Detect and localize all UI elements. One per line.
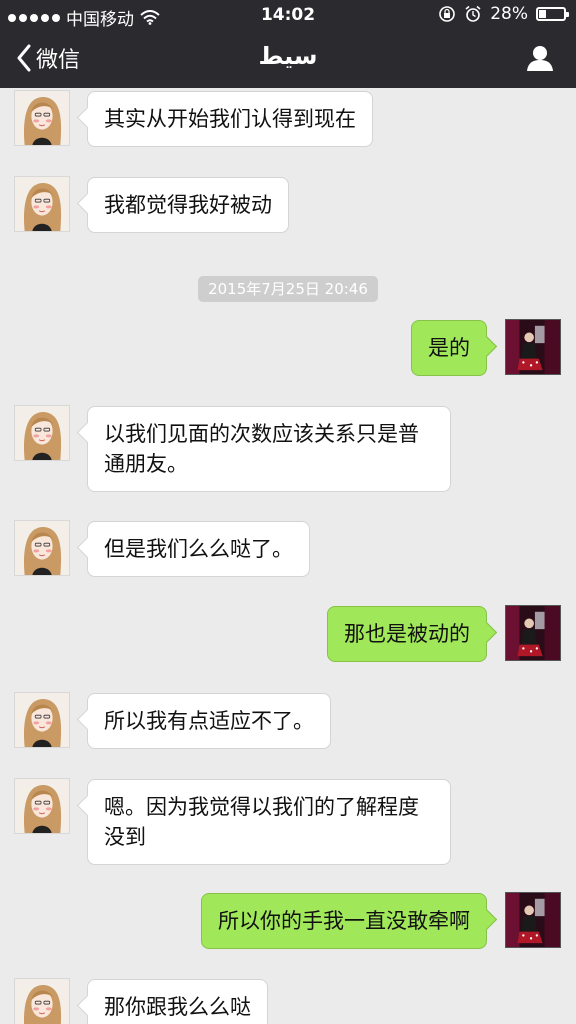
message-text-line: 以我们见面的次数应该关系只是普: [104, 422, 419, 446]
my-avatar[interactable]: [505, 319, 561, 375]
contact-avatar[interactable]: [14, 778, 70, 834]
timestamp: 2015年7月25日 20:46: [198, 276, 378, 302]
message-text-line: 通朋友。: [104, 452, 188, 476]
message-bubble[interactable]: 是的: [411, 320, 487, 376]
nav-bar: 微信 سيط: [0, 32, 576, 88]
message-bubble[interactable]: 嗯。因为我觉得以我们的了解程度 没到: [87, 779, 451, 865]
message-bubble[interactable]: 我都觉得我好被动: [87, 177, 289, 233]
rotation-lock-icon: [439, 6, 456, 22]
battery-percent: 28%: [490, 4, 528, 24]
chat-title: سيط: [258, 42, 318, 70]
contact-avatar[interactable]: [14, 405, 70, 461]
message-text: 其实从开始我们认得到现在: [104, 107, 356, 131]
status-right: 28%: [438, 4, 569, 24]
status-bar: 中国移动 14:02 28%: [0, 0, 576, 30]
message-text-line: 没到: [104, 825, 146, 849]
message-bubble[interactable]: 那也是被动的: [327, 606, 487, 662]
contact-avatar[interactable]: [14, 176, 70, 232]
message-bubble[interactable]: 以我们见面的次数应该关系只是普 通朋友。: [87, 406, 451, 492]
alarm-icon: [465, 5, 481, 22]
contact-avatar[interactable]: [14, 520, 70, 576]
person-icon: [527, 46, 553, 71]
message-text: 那你跟我么么哒: [104, 995, 251, 1019]
contact-avatar[interactable]: [14, 692, 70, 748]
message-bubble[interactable]: 其实从开始我们认得到现在: [87, 91, 373, 147]
message-text: 是的: [428, 336, 470, 360]
top-bar: 中国移动 14:02 28% 微信 سيط: [0, 0, 576, 88]
message-bubble[interactable]: 那你跟我么么哒: [87, 979, 268, 1024]
message-text: 我都觉得我好被动: [104, 193, 272, 217]
message-text: 所以你的手我一直没敢牵啊: [218, 909, 470, 933]
message-text: 所以我有点适应不了。: [104, 709, 314, 733]
profile-button[interactable]: [526, 44, 554, 76]
message-bubble[interactable]: 但是我们么么哒了。: [87, 521, 310, 577]
message-bubble[interactable]: 所以你的手我一直没敢牵啊: [201, 893, 487, 949]
chat-area[interactable]: 其实从开始我们认得到现在 我都觉得我好被动 2015年7月25日 20:46 是…: [0, 88, 576, 1024]
battery-icon: [536, 7, 569, 21]
message-text: 那也是被动的: [344, 622, 470, 646]
message-text: 但是我们么么哒了。: [104, 537, 293, 561]
message-bubble[interactable]: 所以我有点适应不了。: [87, 693, 331, 749]
my-avatar[interactable]: [505, 892, 561, 948]
contact-avatar[interactable]: [14, 978, 70, 1024]
my-avatar[interactable]: [505, 605, 561, 661]
message-text-line: 嗯。因为我觉得以我们的了解程度: [104, 795, 419, 819]
contact-avatar[interactable]: [14, 90, 70, 146]
